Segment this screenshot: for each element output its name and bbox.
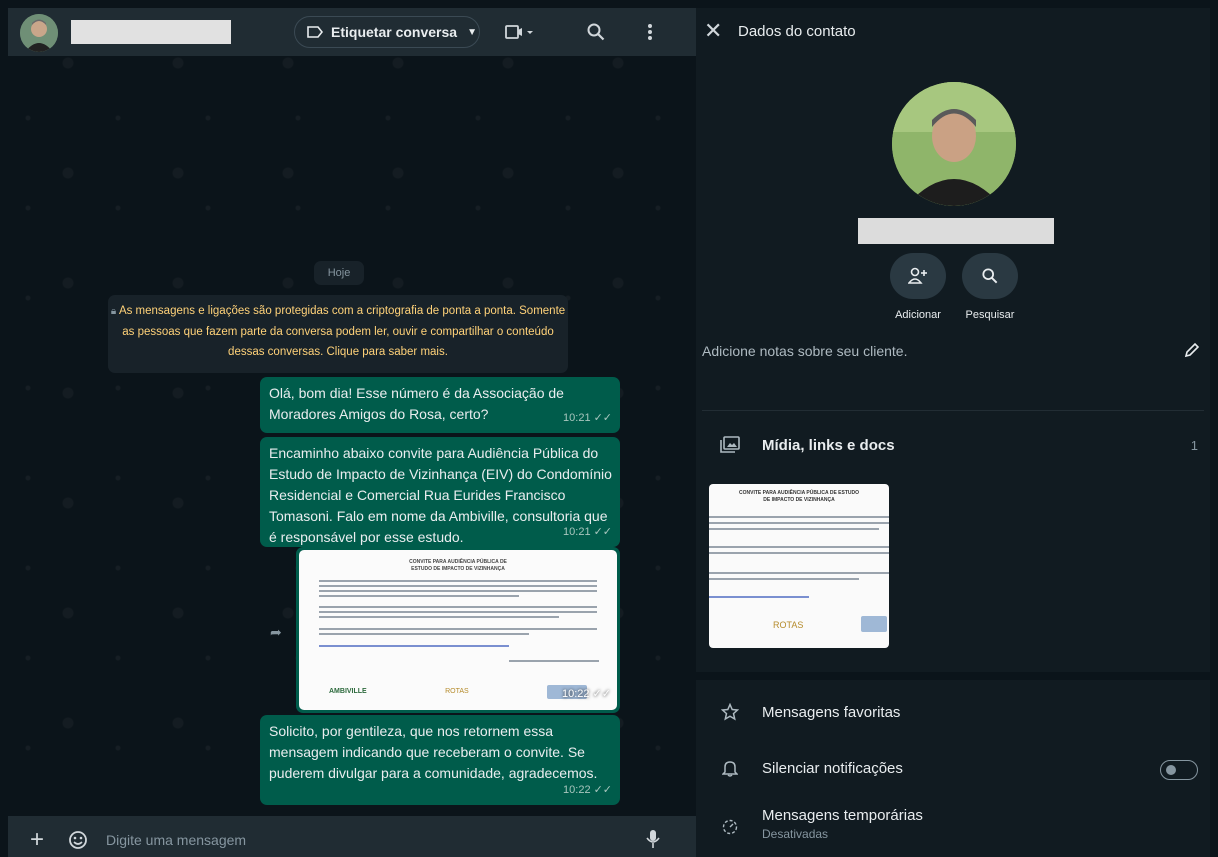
forward-icon[interactable]: ➦ [270,624,282,641]
image-logos: AMBIVILLE ROTAS [329,681,587,702]
mute-notifications-row[interactable]: Silenciar notificações [720,759,1198,777]
image-doc-title: CONVITE PARA AUDIÊNCIA PÚBLICA DE ESTUDO… [409,559,507,572]
star-icon [720,703,740,721]
message-bubble[interactable]: Olá, bom dia! Esse número é da Associaçã… [260,377,620,433]
label-chat-text: Etiquetar conversa [331,24,458,40]
video-call-button[interactable] [502,20,538,44]
divider [702,410,1204,411]
double-check-icon: ✓✓ [593,784,612,796]
double-check-icon: ✓✓ [593,412,612,424]
message-time: 10:21 ✓✓ [563,526,612,538]
ambiville-logo: AMBIVILLE [329,688,367,695]
search-icon [982,268,998,284]
image-message-bubble[interactable]: CONVITE PARA AUDIÊNCIA PÚBLICA DE ESTUDO… [296,547,620,713]
rotas-logo: ROTAS [773,620,804,630]
search-icon [587,23,605,41]
encryption-notice-text: As mensagens e ligações são protegidas c… [118,305,566,358]
contact-panel-title: Dados do contato [738,23,856,40]
rotas-logo: ROTAS [445,688,469,695]
sticker-button[interactable] [68,830,88,855]
close-icon[interactable]: ✕ [704,20,722,42]
message-bubble[interactable]: Solicito, por gentileza, que nos retorne… [260,715,620,805]
media-links-docs-label: Mídia, links e docs [762,436,895,454]
attach-plus-icon[interactable]: + [30,828,44,852]
message-text: Solicito, por gentileza, que nos retorne… [269,723,598,781]
disappearing-messages-row[interactable]: Mensagens temporárias Desativadas [720,807,1198,841]
sticker-icon [69,831,87,849]
voice-message-button[interactable] [646,829,660,854]
message-composer: + Digite uma mensagem [8,816,696,857]
timer-icon [720,819,740,835]
message-bubble[interactable]: Encaminho abaixo convite para Audiência … [260,437,620,547]
search-contact-label: Pesquisar [965,309,1015,321]
message-input[interactable]: Digite uma mensagem [106,832,246,848]
media-links-docs-row[interactable]: Mídia, links e docs 1 [720,436,1198,454]
invitation-image[interactable]: CONVITE PARA AUDIÊNCIA PÚBLICA DE ESTUDO… [299,550,617,710]
section-divider [696,672,1210,680]
lock-icon: 🔒︎ [110,306,119,317]
message-time: 10:21 ✓✓ [563,412,612,424]
microphone-icon [646,830,660,848]
starred-messages-row[interactable]: Mensagens favoritas [720,703,1198,721]
joinville-logo [861,616,887,632]
video-camera-icon [505,25,533,39]
message-text: Olá, bom dia! Esse número é da Associaçã… [269,385,564,422]
contact-photo[interactable] [892,82,1016,206]
contact-name-redacted [858,218,1054,244]
contact-name-redacted [71,20,231,44]
add-contact-action[interactable]: Adicionar [888,253,948,321]
chat-header: Etiquetar conversa ▼ [8,8,696,56]
menu-button[interactable] [638,20,662,44]
contact-info-panel: ✕ Dados do contato Adicionar Pesquisar A… [696,8,1210,857]
contact-avatar[interactable] [20,14,58,52]
chevron-down-icon: ▼ [467,26,477,38]
bell-icon [720,759,740,777]
date-divider: Hoje [314,261,364,285]
media-count: 1 [1190,437,1198,453]
message-time: 10:22 ✓✓ [561,688,611,700]
search-contact-action[interactable]: Pesquisar [960,253,1020,321]
message-time: 10:22 ✓✓ [563,784,612,796]
edit-pencil-icon[interactable] [1184,342,1200,363]
disappearing-messages-status: Desativadas [762,827,829,841]
mute-toggle[interactable] [1160,760,1198,780]
client-notes-field[interactable]: Adicione notas sobre seu cliente. [702,343,907,359]
starred-messages-label: Mensagens favoritas [762,703,901,721]
mute-notifications-label: Silenciar notificações [762,759,903,777]
contact-panel-header: ✕ Dados do contato [696,8,1210,56]
search-chat-button[interactable] [584,20,608,44]
double-check-icon: ✓✓ [593,526,612,538]
disappearing-messages-label: Mensagens temporárias [762,807,923,824]
encryption-notice[interactable]: 🔒︎ As mensagens e ligações são protegida… [108,295,568,373]
media-thumbnail[interactable]: CONVITE PARA AUDIÊNCIA PÚBLICA DE ESTUDO… [709,484,889,648]
label-chat-button[interactable]: Etiquetar conversa ▼ [294,16,480,48]
add-contact-label: Adicionar [895,309,941,321]
more-vertical-icon [648,24,652,40]
media-gallery-icon [720,436,740,454]
add-person-icon [908,267,927,284]
media-thumb-title: CONVITE PARA AUDIÊNCIA PÚBLICA DE ESTUDO… [739,490,860,503]
label-icon [307,26,323,38]
chat-pane: Etiquetar conversa ▼ Hoje 🔒︎ As mensagen… [8,8,696,857]
